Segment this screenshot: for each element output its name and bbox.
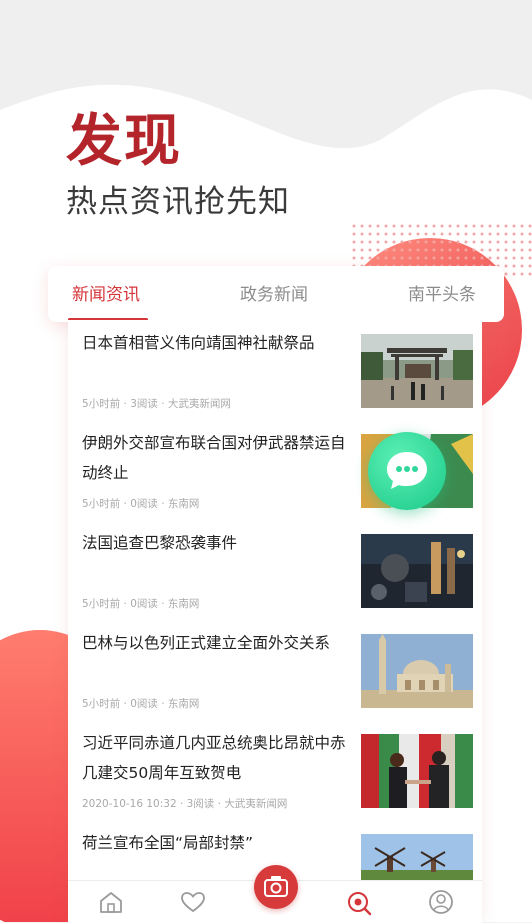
tab-nanping-headlines[interactable]: 南平头条 xyxy=(408,266,476,322)
camera-button[interactable] xyxy=(254,865,298,909)
tab-bar: 新闻资讯 政务新闻 南平头条 xyxy=(48,266,504,322)
news-meta: 5小时前 · 0阅读 · 东南网 xyxy=(82,698,200,710)
tab-government-news[interactable]: 政务新闻 xyxy=(240,266,308,322)
news-item[interactable]: 日本首相菅义伟向靖国神社献祭品 5小时前 · 3阅读 · 大武夷新闻网 xyxy=(68,320,482,421)
news-title: 日本首相菅义伟向靖国神社献祭品 xyxy=(82,334,315,352)
windmill-photo-thumbnail xyxy=(361,834,473,880)
profile-icon[interactable] xyxy=(426,887,456,917)
news-meta: 2020-10-16 10:32 · 3阅读 · 大武夷新闻网 xyxy=(82,798,288,810)
news-title: 习近平同赤道几内亚总统奥比昂就中赤几建交50周年互致贺电 xyxy=(82,734,346,782)
news-title: 巴林与以色列正式建立全面外交关系 xyxy=(82,634,331,652)
chat-bubble-icon xyxy=(387,452,427,489)
home-icon[interactable] xyxy=(96,887,126,917)
news-meta: 5小时前 · 3阅读 · 大武夷新闻网 xyxy=(82,398,231,410)
camera-icon xyxy=(264,876,288,897)
tab-news[interactable]: 新闻资讯 xyxy=(72,266,140,322)
news-item[interactable]: 法国追查巴黎恐袭事件 5小时前 · 0阅读 · 东南网 xyxy=(68,520,482,621)
bottom-navigation xyxy=(68,865,482,923)
news-title: 伊朗外交部宣布联合国对伊武器禁运自动终止 xyxy=(82,434,346,482)
news-title: 法国追查巴黎恐袭事件 xyxy=(82,534,238,552)
heart-icon[interactable] xyxy=(178,887,208,917)
news-item[interactable]: 巴林与以色列正式建立全面外交关系 5小时前 · 0阅读 · 东南网 xyxy=(68,620,482,721)
news-meta: 5小时前 · 0阅读 · 东南网 xyxy=(82,498,200,510)
mosque-photo-thumbnail xyxy=(361,634,473,708)
news-meta: 5小时前 · 0阅读 · 东南网 xyxy=(82,598,200,610)
night-street-photo-thumbnail xyxy=(361,534,473,608)
page-subtitle: 热点资讯抢先知 xyxy=(66,184,290,220)
chat-button[interactable] xyxy=(368,432,446,510)
news-item[interactable]: 习近平同赤道几内亚总统奥比昂就中赤几建交50周年互致贺电 2020-10-16 … xyxy=(68,720,482,821)
news-title: 荷兰宣布全国“局部封禁” xyxy=(82,834,254,852)
handshake-photo-thumbnail xyxy=(361,734,473,808)
page-title: 发现 xyxy=(66,109,182,174)
shrine-photo-thumbnail xyxy=(361,334,473,408)
discover-icon[interactable] xyxy=(344,887,374,917)
